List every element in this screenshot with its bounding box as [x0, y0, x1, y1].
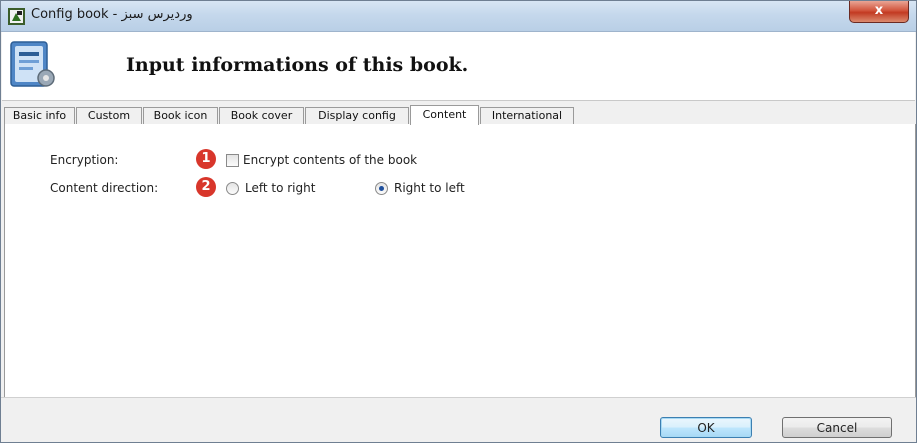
- left-to-right-label[interactable]: Left to right: [245, 181, 315, 195]
- content-direction-label: Content direction:: [50, 181, 159, 195]
- dialog-header: Input informations of this book.: [2, 32, 915, 101]
- tab-book-icon[interactable]: Book icon: [143, 107, 218, 124]
- tab-book-cover[interactable]: Book cover: [219, 107, 304, 124]
- encrypt-checkbox[interactable]: [226, 154, 239, 167]
- tab-custom[interactable]: Custom: [76, 107, 142, 124]
- page-title: Input informations of this book.: [126, 54, 469, 76]
- ok-button[interactable]: OK: [660, 417, 752, 438]
- dialog-footer: OK Cancel: [1, 397, 916, 442]
- window-title: Config book - ورديرس سبز: [31, 7, 193, 22]
- close-button[interactable]: x: [849, 1, 909, 23]
- content-panel: Encryption: 1 Encrypt contents of the bo…: [4, 124, 916, 397]
- callout-badge-2: 2: [196, 177, 216, 197]
- title-bar[interactable]: Config book - ورديرس سبز x: [1, 1, 916, 32]
- cancel-button[interactable]: Cancel: [782, 417, 892, 438]
- tab-basic-info[interactable]: Basic info: [4, 107, 75, 124]
- tab-content[interactable]: Content: [410, 105, 479, 125]
- app-icon: [8, 8, 25, 25]
- right-to-left-label[interactable]: Right to left: [394, 181, 465, 195]
- tab-display-config[interactable]: Display config: [305, 107, 409, 124]
- book-config-icon: [10, 41, 55, 87]
- tab-international[interactable]: International: [480, 107, 574, 124]
- close-icon: x: [874, 3, 884, 18]
- tab-strip: Basic info Custom Book icon Book cover D…: [4, 105, 914, 125]
- callout-badge-1: 1: [196, 149, 216, 169]
- encryption-label: Encryption:: [50, 153, 119, 167]
- right-to-left-radio[interactable]: [375, 182, 388, 195]
- encrypt-checkbox-label[interactable]: Encrypt contents of the book: [243, 153, 417, 167]
- config-book-window: Config book - ورديرس سبز x Input informa…: [0, 0, 917, 443]
- left-to-right-radio[interactable]: [226, 182, 239, 195]
